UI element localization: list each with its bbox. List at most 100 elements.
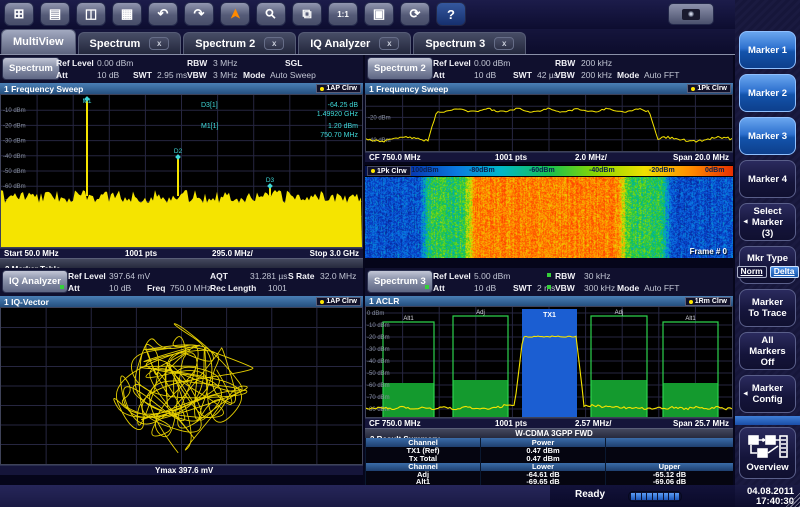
open-icon[interactable]: ▤	[40, 2, 70, 26]
softkey-marker-4[interactable]: Marker 4	[739, 160, 796, 198]
iq-channel-bar: IQ Analyzer Ref Level 397.64 mV AQT 31.2…	[0, 268, 363, 296]
tab-close-icon[interactable]: x	[494, 37, 514, 50]
svg-text:1.20 dBm: 1.20 dBm	[328, 123, 358, 130]
ref-level-label: Ref Level	[433, 58, 471, 68]
help-icon: ?	[447, 7, 455, 22]
frequency-sweep2-titlebar[interactable]: 1 Frequency Sweep 1Pk Clrw	[365, 83, 733, 94]
zoom-one-to-one-icon: 1:1	[337, 10, 349, 19]
ref-level-label: Ref Level	[68, 271, 106, 281]
progress-segment	[647, 493, 651, 500]
softkey-marker-config[interactable]: MarkerConfig◄	[739, 375, 796, 413]
open-icon: ▤	[49, 6, 61, 22]
tab-close-icon[interactable]: x	[264, 37, 284, 50]
windows-logo-icon: ⊞	[14, 6, 25, 22]
channel-button-spectrum3[interactable]: Spectrum 3	[367, 270, 433, 293]
frequency-sweep-titlebar[interactable]: 1 Frequency Sweep 1AP Clrw	[0, 83, 363, 94]
softkey-label: Marker	[752, 297, 783, 308]
toggle-norm[interactable]: Norm	[737, 266, 767, 278]
window-spectrum: Spectrum Ref Level 0.00 dBm RBW 3 MHz SG…	[0, 55, 363, 268]
softkey-mkr-type[interactable]: Mkr TypeNormDelta	[739, 246, 796, 284]
table-cell: -69.06 dB	[605, 478, 733, 485]
tab-close-icon[interactable]: x	[149, 37, 169, 50]
scale-label: -100dBm	[409, 167, 439, 174]
sgl-flag: SGL	[285, 58, 302, 68]
rbw-label: RBW	[555, 58, 575, 68]
tab-close-icon[interactable]: x	[379, 37, 399, 50]
toggle-delta[interactable]: Delta	[770, 266, 799, 278]
svg-text:Alt1: Alt1	[403, 316, 414, 322]
frame-counter: Frame # 0	[690, 247, 727, 256]
channel-active-led	[425, 285, 429, 289]
softkey-marker-3[interactable]: Marker 3	[739, 117, 796, 155]
tab-spectrum-2[interactable]: Spectrum 2x	[183, 32, 296, 54]
sync-icon[interactable]: ⟳	[400, 2, 430, 26]
table-row: Alt1-69.65 dB-69.06 dB	[365, 478, 733, 485]
trace-dot-icon	[689, 300, 693, 304]
windows-logo-icon[interactable]: ⊞	[4, 2, 34, 26]
att-value: 10 dB	[474, 70, 496, 80]
ref-level-value: 5.00 dBm	[474, 271, 510, 281]
select-pointer-icon[interactable]: ➤	[220, 2, 250, 26]
softkey-select-marker[interactable]: SelectMarker(3)◄	[739, 203, 796, 241]
tab-multiview[interactable]: MultiView	[1, 29, 76, 54]
progress-segment	[664, 493, 668, 500]
undo-icon[interactable]: ↶	[148, 2, 178, 26]
marker-table-bar[interactable]: 2 Marker Table	[0, 258, 363, 268]
svg-text:TX1: TX1	[543, 312, 556, 319]
softkey-marker-to-trace[interactable]: MarkerTo Trace	[739, 289, 796, 327]
tab-spectrum-3[interactable]: Spectrum 3x	[413, 32, 526, 54]
svg-text:-40 dBm: -40 dBm	[3, 154, 26, 160]
channel-button-spectrum[interactable]: Spectrum	[2, 57, 60, 80]
spectrogram: Frame # 0	[365, 177, 733, 258]
redo-icon[interactable]: ↷	[184, 2, 214, 26]
spectrum2-axisbar: CF 750.0 MHz 1001 pts 2.0 MHz/ Span 20.0…	[365, 152, 733, 162]
zoom-area-icon[interactable]: ⚲	[256, 2, 286, 26]
overview-button[interactable]: Overview	[739, 427, 796, 479]
zoom-windows-icon[interactable]: ⧉	[292, 2, 322, 26]
trace-dot-icon	[320, 300, 324, 304]
softkey-marker-1[interactable]: Marker 1	[739, 31, 796, 69]
freq-label: Freq	[147, 283, 165, 293]
trace-dot-icon	[371, 169, 375, 173]
svg-text:Adj: Adj	[476, 310, 485, 316]
result-summary-table: ChannelPowerTX1 (Ref)0.47 dBmTx Total0.4…	[365, 438, 733, 485]
result-summary-bar[interactable]: 2 Result Summary W-CDMA 3GPP FWD	[365, 428, 733, 438]
tab-iq-analyzer[interactable]: IQ Analyzerx	[298, 32, 411, 54]
screenshot-camera-button[interactable]	[668, 3, 714, 25]
softkey-all-markers-off[interactable]: AllMarkersOff	[739, 332, 796, 370]
status-ready-label: Ready	[575, 489, 605, 500]
rbw-coupled-indicator	[547, 273, 551, 277]
channel-button-spectrum2[interactable]: Spectrum 2	[367, 57, 433, 80]
window-spectrum2: Spectrum 2 Ref Level 0.00 dBm RBW 200 kH…	[365, 55, 733, 268]
svg-text:-50 dBm: -50 dBm	[367, 371, 390, 377]
att-value: 10 dB	[474, 283, 496, 293]
svg-text:D2: D2	[174, 148, 183, 155]
window-iq-analyzer: IQ Analyzer Ref Level 397.64 mV AQT 31.2…	[0, 268, 363, 485]
vbw-coupled-indicator	[547, 285, 551, 289]
spectrum2-plot: -20 dBm-40 dBm	[365, 94, 733, 152]
svg-text:Adj: Adj	[615, 310, 624, 316]
sidebar-divider	[735, 416, 800, 425]
svg-text:-10 dBm: -10 dBm	[3, 108, 26, 114]
ref-level-value: 0.00 dBm	[474, 58, 510, 68]
scale-label: -40dBm	[589, 167, 615, 174]
print-icon[interactable]: ▦	[112, 2, 142, 26]
iq-vector-titlebar[interactable]: 1 IQ-Vector 1AP Clrw	[0, 296, 363, 307]
table-cell: Alt1	[365, 478, 480, 485]
mode-value: Auto FFT	[644, 70, 679, 80]
softkey-marker-2[interactable]: Marker 2	[739, 74, 796, 112]
help-icon[interactable]: ?	[436, 2, 466, 26]
att-label: Att	[433, 70, 445, 80]
svg-text:-20 dBm: -20 dBm	[368, 115, 391, 121]
zoom-one-to-one-icon[interactable]: 1:1	[328, 2, 358, 26]
softkey-label: Marker 1	[748, 45, 787, 56]
softkey-label: Marker 3	[748, 131, 787, 142]
vbw-value: 200 kHz	[581, 70, 612, 80]
display-icon[interactable]: ▣	[364, 2, 394, 26]
tab-spectrum[interactable]: Spectrumx	[78, 32, 182, 54]
aclr-titlebar[interactable]: 1 ACLR 1Rm Clrw	[365, 296, 733, 306]
vbw-label: VBW	[187, 70, 207, 80]
save-icon[interactable]: ◫	[76, 2, 106, 26]
channel-button-iq-analyzer[interactable]: IQ Analyzer	[2, 270, 68, 293]
swt-value: 2.95 ms	[157, 70, 187, 80]
